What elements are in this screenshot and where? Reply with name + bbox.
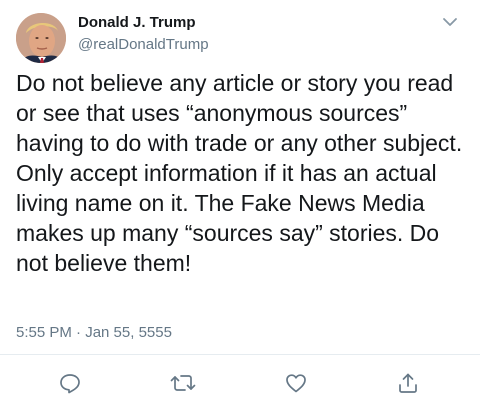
divider	[0, 354, 480, 355]
like-button[interactable]	[281, 368, 311, 398]
retweet-icon	[170, 375, 196, 391]
heart-icon	[286, 374, 306, 393]
reply-button[interactable]	[55, 368, 85, 398]
more-options-button[interactable]	[438, 10, 462, 34]
share-button[interactable]	[393, 368, 423, 398]
tweet-text: Do not believe any article or story you …	[16, 70, 463, 276]
author-display-name[interactable]: Donald J. Trump	[78, 13, 196, 33]
speech-bubble-icon	[60, 374, 80, 394]
author-handle[interactable]: @realDonaldTrump	[78, 35, 209, 55]
chevron-down-icon	[443, 18, 457, 26]
tweet-timestamp[interactable]: 5:55 PM · Jan 55, 5555	[16, 323, 172, 343]
share-icon	[399, 373, 417, 393]
retweet-button[interactable]	[168, 368, 198, 398]
action-bar	[0, 368, 480, 400]
avatar[interactable]	[16, 13, 66, 63]
tweet-card: Donald J. Trump @realDonaldTrump Do not …	[0, 0, 480, 410]
profile-photo-icon	[16, 13, 66, 63]
